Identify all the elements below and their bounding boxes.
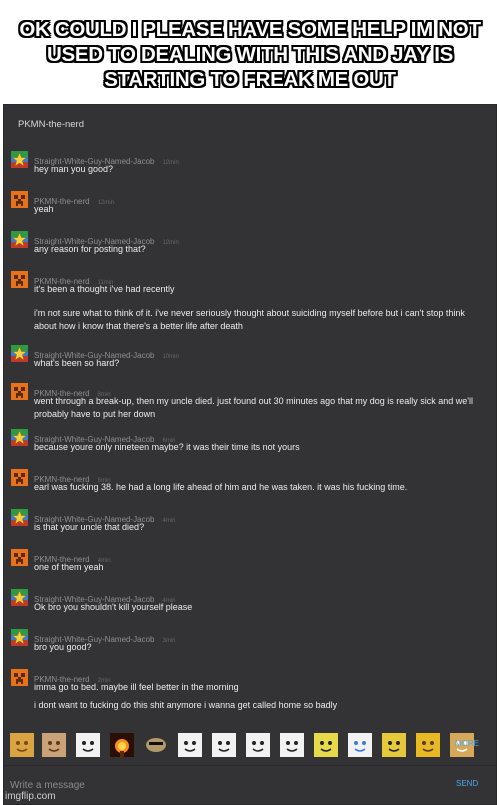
divider <box>4 765 496 766</box>
message-text: hey man you good? <box>34 164 114 174</box>
chat-header-title: PKMN-the-nerd <box>18 119 84 130</box>
explosion-icon[interactable] <box>110 733 134 757</box>
star-avatar-icon[interactable] <box>11 429 28 446</box>
creeper-avatar-icon[interactable] <box>11 383 28 400</box>
message-text: earl was fucking 38. he had a long life … <box>34 482 408 492</box>
cool-face-icon[interactable] <box>144 733 168 757</box>
happy-cry-face-icon[interactable] <box>348 733 372 757</box>
message-text: it's been a thought i've had recently <box>34 284 175 294</box>
message-meta: Straight-White-Guy-Named-Jacob 10min <box>34 345 179 360</box>
star-avatar-icon[interactable] <box>11 509 28 526</box>
send-button[interactable]: SEND <box>456 779 478 788</box>
meme-caption: OK COULD I PLEASE HAVE SOME HELP IM NOT … <box>0 0 500 104</box>
message-meta: PKMN-the-nerd 11min <box>34 271 113 286</box>
message-meta: Straight-White-Guy-Named-Jacob 6min <box>34 429 176 444</box>
star-avatar-icon[interactable] <box>11 589 28 606</box>
message-meta: Straight-White-Guy-Named-Jacob 4min <box>34 509 176 524</box>
message-text: because youre only nineteen maybe? it wa… <box>34 442 300 452</box>
creeper-avatar-icon[interactable] <box>11 191 28 208</box>
message-meta: PKMN-the-nerd 5min <box>34 469 111 484</box>
smiling-face-icon[interactable] <box>212 733 236 757</box>
message-text: any reason for posting that? <box>34 244 146 254</box>
message-text: went through a break-up, then my uncle d… <box>34 396 473 419</box>
message-text: yeah <box>34 204 54 214</box>
message-text: what's been so hard? <box>34 358 120 368</box>
message-text: imma go to bed. maybe ill feel better in… <box>34 682 239 692</box>
star-avatar-icon[interactable] <box>11 629 28 646</box>
message-meta: Straight-White-Guy-Named-Jacob 12min <box>34 231 179 246</box>
message-meta: PKMN-the-nerd 12min <box>34 191 114 206</box>
message-meta: Straight-White-Guy-Named-Jacob 4min <box>34 589 176 604</box>
deal-with-it-face-icon[interactable] <box>314 733 338 757</box>
troll-face-icon[interactable] <box>246 733 270 757</box>
message-meta: PKMN-the-nerd 8min <box>34 383 111 398</box>
message-meta: Straight-White-Guy-Named-Jacob 12min <box>34 151 179 166</box>
emoji-picker-row <box>10 733 490 763</box>
message-text-continued: i'm not sure what to think of it. i've n… <box>34 308 465 331</box>
message-meta: PKMN-the-nerd 2min <box>34 669 111 684</box>
jesus-face-icon[interactable] <box>42 733 66 757</box>
message-text-continued: i dont want to fucking do this shit anym… <box>34 700 338 710</box>
star-avatar-icon[interactable] <box>11 231 28 248</box>
creeper-avatar-icon[interactable] <box>11 549 28 566</box>
rage-face-icon[interactable] <box>76 733 100 757</box>
ohgod-face-icon[interactable] <box>178 733 202 757</box>
message-input[interactable] <box>10 775 430 795</box>
creeper-avatar-icon[interactable] <box>11 669 28 686</box>
creeper-avatar-icon[interactable] <box>11 271 28 288</box>
imgflip-watermark: imgflip.com <box>5 791 56 802</box>
message-text: one of them yeah <box>34 562 104 572</box>
message-meta: PKMN-the-nerd 4min <box>34 549 111 564</box>
message-text: bro you good? <box>34 642 92 652</box>
message-meta: Straight-White-Guy-Named-Jacob 3min <box>34 629 176 644</box>
yay-face-icon[interactable] <box>280 733 304 757</box>
caption-text: OK COULD I PLEASE HAVE SOME HELP IM NOT … <box>19 17 481 91</box>
cat-face-icon[interactable] <box>10 733 34 757</box>
chat-panel: PKMN-the-nerd Straight-White-Guy-Named-J… <box>3 104 497 805</box>
message-text: Ok bro you shouldn't kill yourself pleas… <box>34 602 193 612</box>
star-avatar-icon[interactable] <box>11 345 28 362</box>
bearded-face-icon[interactable] <box>416 733 440 757</box>
creeper-avatar-icon[interactable] <box>11 469 28 486</box>
message-text: is that your uncle that died? <box>34 522 145 532</box>
more-emoji-button[interactable]: MORE <box>455 739 479 748</box>
star-avatar-icon[interactable] <box>11 151 28 168</box>
girl-face-icon[interactable] <box>382 733 406 757</box>
